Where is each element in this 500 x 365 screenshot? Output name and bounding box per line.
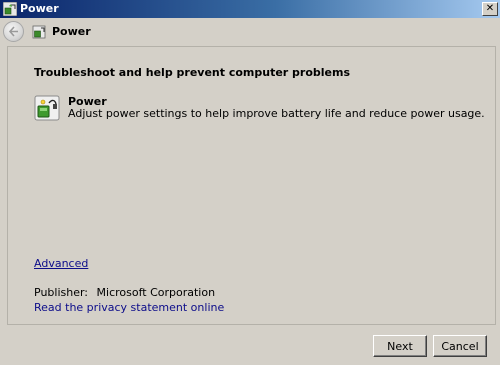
content-panel: Troubleshoot and help prevent computer p… bbox=[7, 46, 496, 325]
nav-title: Power bbox=[52, 25, 91, 38]
close-icon: ✕ bbox=[485, 3, 495, 14]
navigation-bar: Power bbox=[0, 18, 500, 46]
privacy-statement-link[interactable]: Read the privacy statement online bbox=[34, 301, 224, 314]
back-arrow-icon bbox=[8, 26, 18, 37]
power-troubleshooter-icon bbox=[32, 25, 46, 39]
cancel-button[interactable]: Cancel bbox=[433, 335, 487, 357]
page-heading: Troubleshoot and help prevent computer p… bbox=[34, 66, 351, 79]
window-title: Power bbox=[20, 2, 59, 15]
next-button[interactable]: Next bbox=[373, 335, 427, 357]
task-description: Adjust power settings to help improve ba… bbox=[68, 107, 485, 120]
battery-plug-icon bbox=[34, 95, 60, 121]
publisher-label: Publisher: bbox=[34, 286, 89, 299]
back-button[interactable] bbox=[3, 21, 24, 42]
title-bar: Power ✕ bbox=[0, 0, 500, 18]
power-icon bbox=[2, 1, 18, 17]
publisher-value: Microsoft Corporation bbox=[96, 286, 216, 299]
troubleshooter-window: Power ✕ Power Troubleshoot and help prev… bbox=[0, 0, 500, 365]
publisher-info: Publisher: Microsoft Corporation bbox=[34, 286, 215, 299]
advanced-link[interactable]: Advanced bbox=[34, 257, 88, 270]
close-button[interactable]: ✕ bbox=[482, 2, 498, 16]
